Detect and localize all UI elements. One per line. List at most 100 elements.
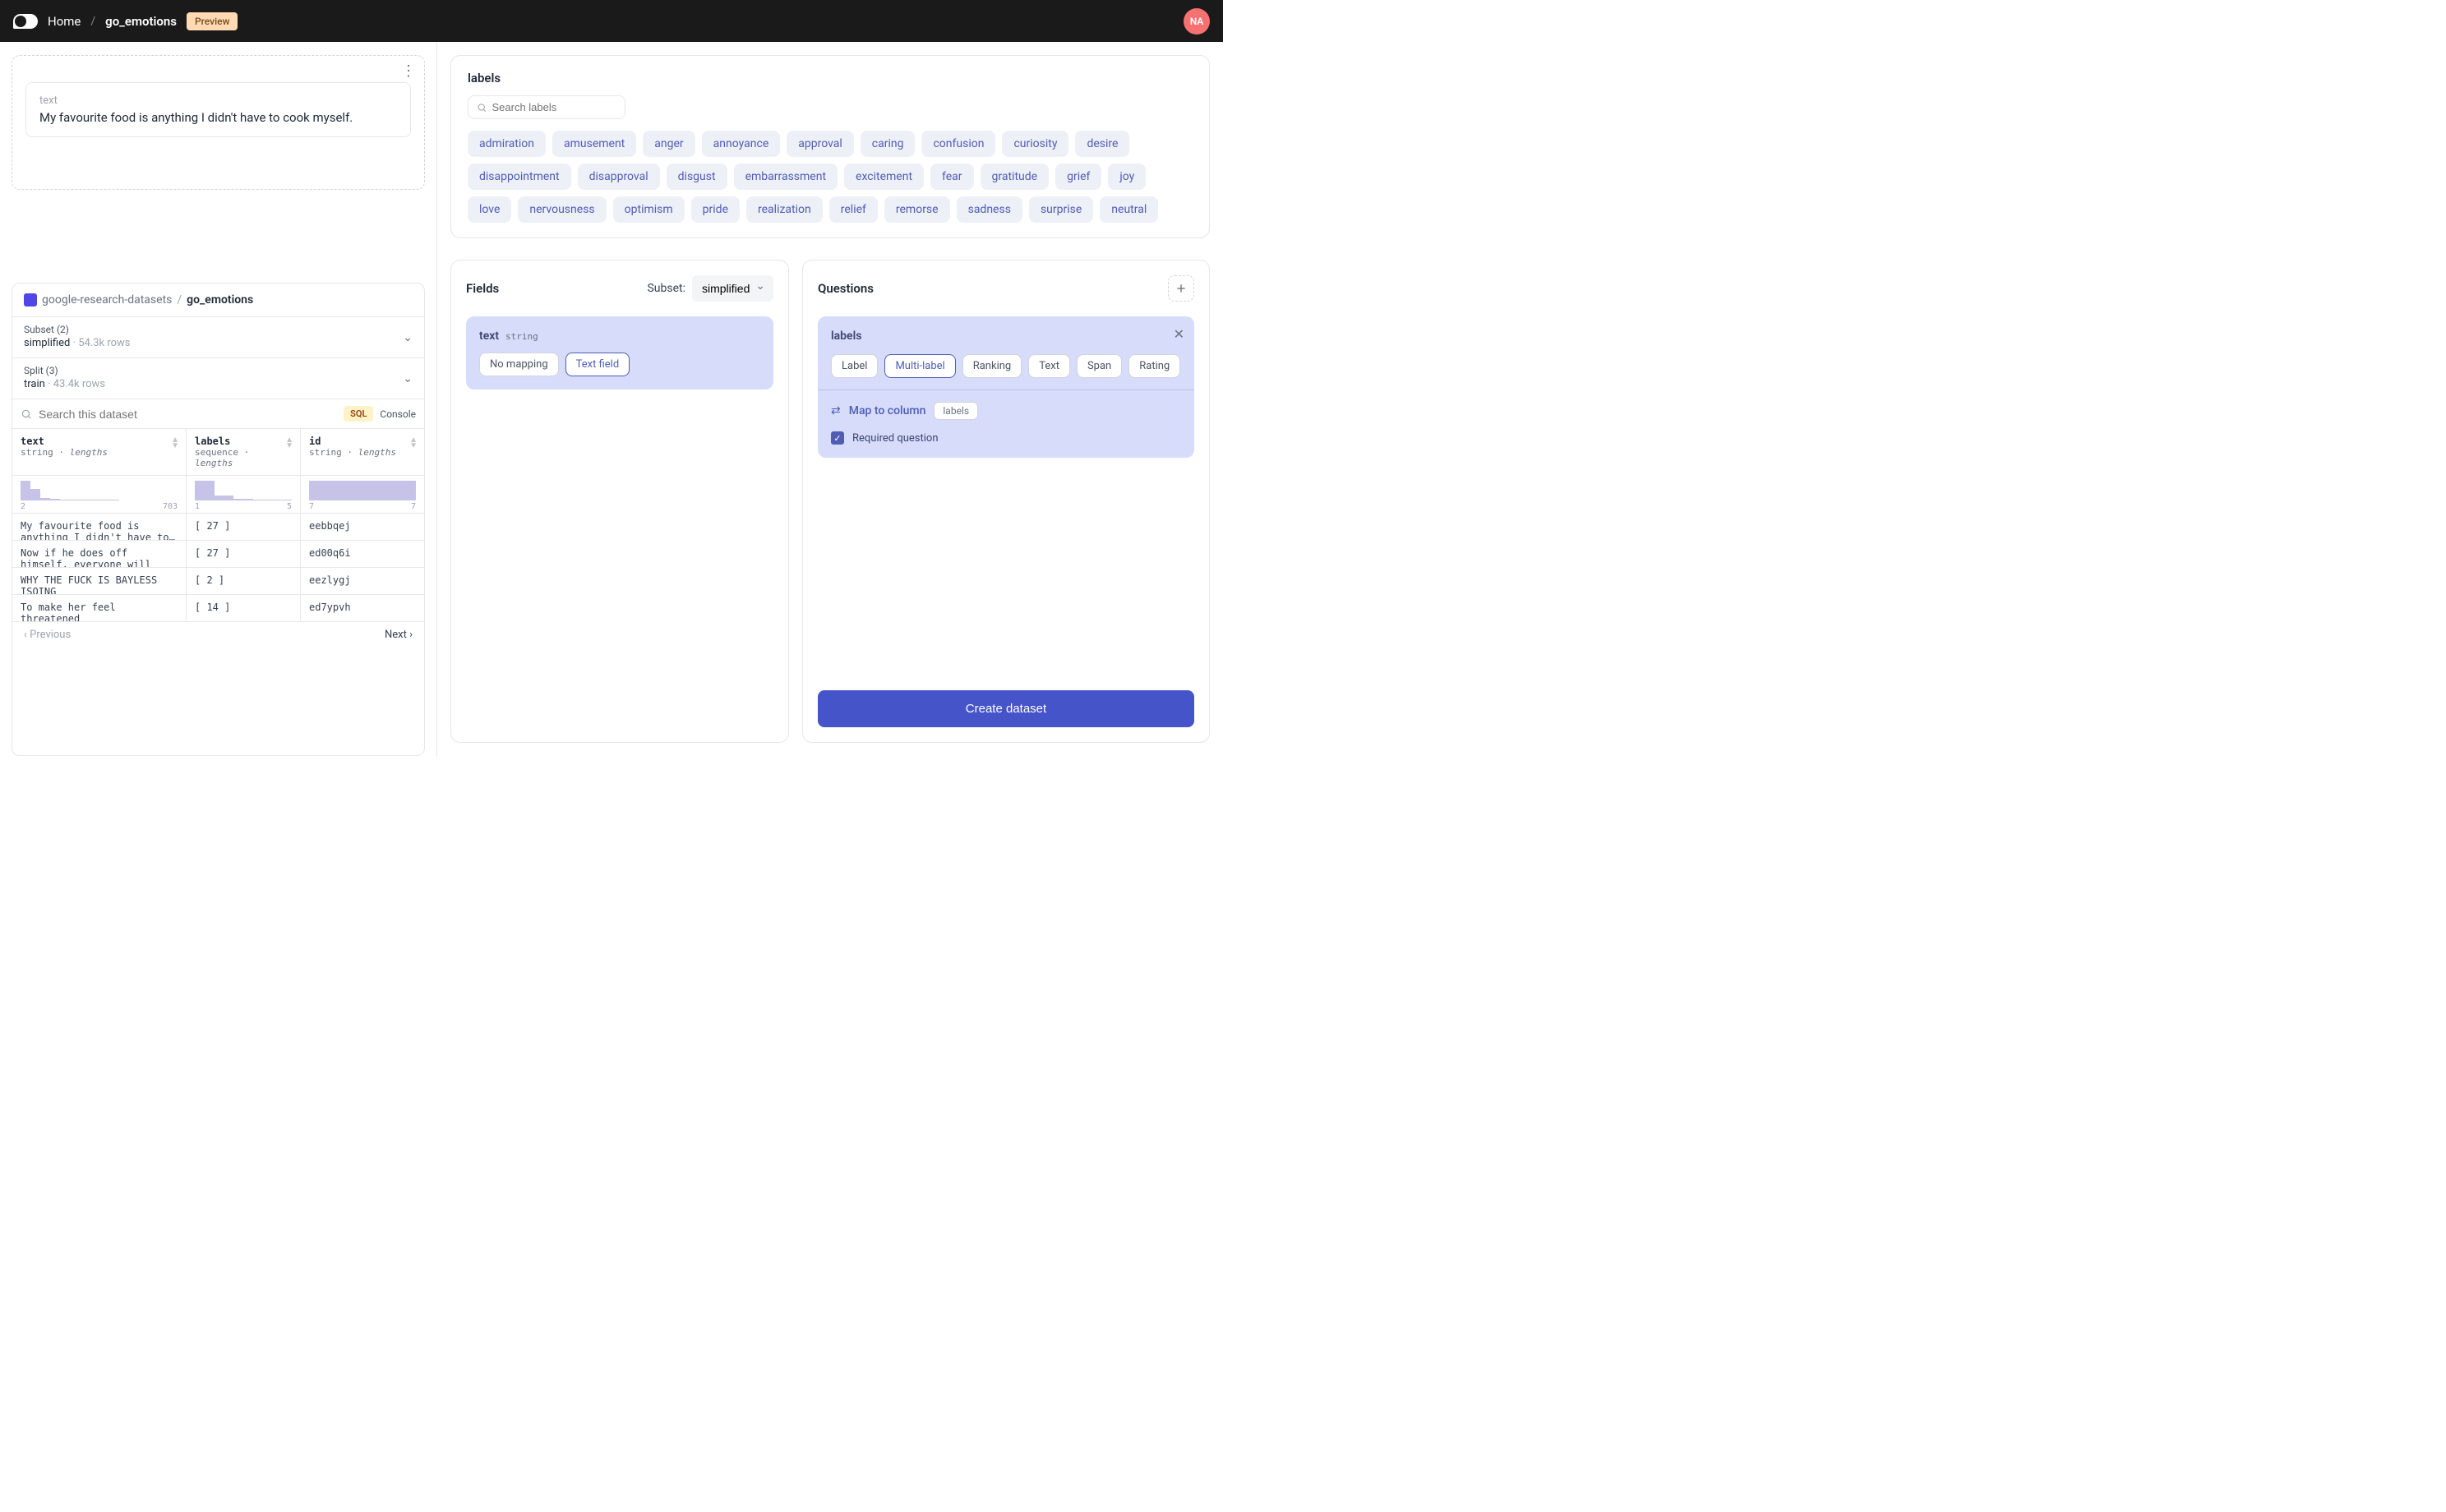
subset-label: Subset: [647, 282, 685, 295]
fields-title: Fields [466, 281, 499, 296]
label-chip[interactable]: sadness [957, 196, 1022, 223]
required-label: Required question [852, 432, 939, 445]
dataset-icon [24, 293, 37, 307]
question-type-chip[interactable]: Multi-label [884, 354, 955, 378]
chevron-down-icon: ⌄ [403, 331, 413, 344]
labels-panel: labels admirationamusement anger annoyance… [450, 55, 1210, 238]
questions-panel: Questions ✕ labels LabelMulti-label Ranki… [802, 260, 1210, 743]
dataset-browser: google-research-datasets / go_emotions S… [12, 283, 425, 756]
column-header-labels[interactable]: labels sequence · lengths ▲▼ [187, 429, 301, 475]
console-button[interactable]: Console [380, 408, 416, 420]
label-chip[interactable]: confusion [921, 131, 995, 157]
user-avatar[interactable]: NA [1184, 8, 1210, 35]
search-icon [477, 102, 487, 113]
previous-button[interactable]: ‹ Previous [24, 629, 71, 641]
search-labels-input[interactable] [492, 101, 616, 113]
map-to-column-label[interactable]: Map to column [849, 404, 926, 417]
more-menu-icon[interactable]: ⋮ [401, 62, 416, 80]
label-chip[interactable]: amusement [552, 131, 636, 157]
add-question-button[interactable] [1168, 275, 1194, 302]
label-chip[interactable]: surprise [1029, 196, 1093, 223]
label-chip[interactable]: approval [787, 131, 854, 157]
table-row[interactable]: To make her feel threatened [ 14 ] ed7yp… [12, 594, 424, 621]
label-chip[interactable]: grief [1055, 164, 1101, 190]
app-header: Home / go_emotions Preview NA [0, 0, 1223, 42]
question-title: labels [831, 330, 1181, 343]
next-button[interactable]: Next › [385, 629, 413, 641]
plus-icon [1175, 282, 1188, 295]
breadcrumb-slash: / [90, 15, 95, 28]
label-chip[interactable]: nervousness [518, 196, 606, 223]
column-header-text[interactable]: text string · lengths ▲▼ [12, 429, 187, 475]
table-row[interactable]: Now if he does off himself, everyone wil… [12, 540, 424, 567]
label-chip[interactable]: relief [829, 196, 878, 223]
subset-value: simplified [24, 337, 70, 349]
question-card-labels: ✕ labels LabelMulti-label RankingText Span… [818, 316, 1194, 458]
subset-selector[interactable]: Subset (2) simplified · 54.3k rows ⌄ [12, 316, 424, 357]
field-option-chip[interactable]: No mapping [479, 353, 559, 376]
label-chip[interactable]: love [468, 196, 511, 223]
question-type-chip[interactable]: Label [831, 354, 878, 378]
text-field-content: My favourite food is anything I didn't h… [39, 110, 397, 125]
breadcrumb-name: go_emotions [105, 14, 177, 29]
label-chip[interactable]: annoyance [702, 131, 781, 157]
labels-title: labels [468, 71, 1193, 85]
sort-icon[interactable]: ▲▼ [409, 437, 418, 449]
search-labels-input-wrap[interactable] [468, 95, 625, 119]
field-option-chip[interactable]: Text field [565, 353, 630, 376]
logo-icon[interactable] [13, 14, 38, 29]
home-link[interactable]: Home [48, 14, 81, 29]
label-chip[interactable]: neutral [1100, 196, 1158, 223]
field-options: No mapping Text field [479, 353, 760, 376]
label-chip-list: admirationamusement anger annoyanceapprova… [468, 131, 1193, 223]
split-selector[interactable]: Split (3) train · 43.4k rows ⌄ [12, 357, 424, 399]
label-chip[interactable]: fear [930, 164, 974, 190]
column-header-id[interactable]: id string · lengths ▲▼ [301, 429, 424, 475]
label-chip[interactable]: joy [1108, 164, 1146, 190]
dataset-name[interactable]: go_emotions [187, 293, 253, 307]
map-column-chip[interactable]: labels [934, 402, 978, 420]
dataset-search-input[interactable] [39, 408, 337, 421]
label-chip[interactable]: anger [643, 131, 695, 157]
question-type-chip[interactable]: Ranking [962, 354, 1022, 378]
table-row[interactable]: WHY THE FUCK IS BAYLESS ISOING [ 2 ] eez… [12, 567, 424, 594]
label-chip[interactable]: disappointment [468, 164, 571, 190]
label-chip[interactable]: remorse [884, 196, 950, 223]
subset-select[interactable]: simplified [692, 275, 773, 302]
field-card-text: text string No mappingText field [466, 316, 773, 390]
label-chip[interactable]: realization [746, 196, 823, 223]
label-chip[interactable]: excitement [844, 164, 924, 190]
table-row[interactable]: My favourite food is anything I didn't h… [12, 513, 424, 540]
sort-icon[interactable]: ▲▼ [285, 437, 293, 449]
question-options: LabelMulti-label RankingText SpanRating [831, 354, 1181, 378]
label-chip[interactable]: pride [691, 196, 740, 223]
label-chip[interactable]: curiosity [1002, 131, 1068, 157]
label-chip[interactable]: caring [861, 131, 916, 157]
label-chip[interactable]: disapproval [578, 164, 660, 190]
label-chip[interactable]: admiration [468, 131, 546, 157]
required-checkbox[interactable]: ✓ [831, 431, 844, 445]
dataset-slash: / [177, 293, 182, 307]
swap-icon: ⇄ [831, 404, 841, 417]
questions-title: Questions [818, 281, 874, 296]
column-histogram: 2703 [12, 476, 187, 513]
label-chip[interactable]: optimism [613, 196, 685, 223]
label-chip[interactable]: gratitude [981, 164, 1050, 190]
sql-badge: SQL [344, 406, 373, 422]
preview-badge: Preview [187, 12, 238, 30]
question-type-chip[interactable]: Text [1028, 354, 1070, 378]
question-type-chip[interactable]: Span [1077, 354, 1122, 378]
label-chip[interactable]: embarrassment [734, 164, 838, 190]
column-histogram: 77 [301, 476, 424, 513]
label-chip[interactable]: disgust [667, 164, 727, 190]
dataset-org[interactable]: google-research-datasets [42, 293, 172, 307]
question-type-chip[interactable]: Rating [1128, 354, 1180, 378]
sort-icon[interactable]: ▲▼ [171, 437, 179, 449]
close-icon[interactable]: ✕ [1174, 326, 1184, 342]
record-preview-card: ⋮ text My favourite food is anything I d… [12, 55, 425, 190]
label-chip[interactable]: desire [1075, 131, 1129, 157]
create-dataset-button[interactable]: Create dataset [818, 690, 1194, 727]
subset-label: Subset (2) [24, 324, 413, 335]
search-icon [21, 408, 32, 420]
split-value: train [24, 378, 45, 390]
